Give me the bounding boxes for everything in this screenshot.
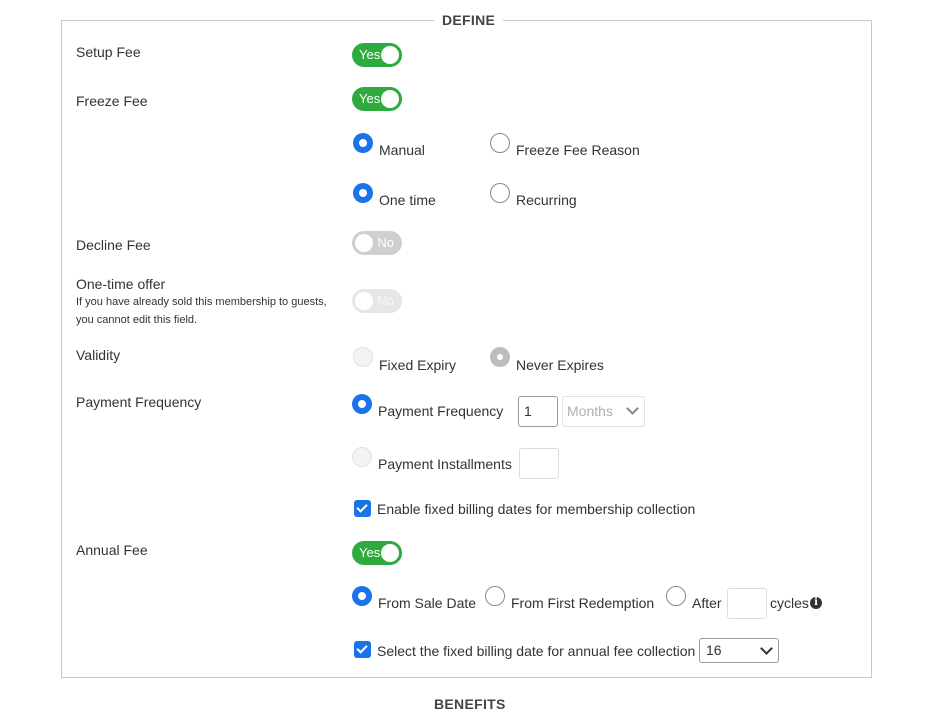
payment-frequency-unit-select: Months: [562, 396, 645, 427]
fixed-billing-checkbox[interactable]: [354, 500, 371, 517]
payment-installments-radio: [352, 447, 372, 467]
one-time-offer-toggle: No: [352, 289, 402, 313]
validity-fixed-label: Fixed Expiry: [379, 357, 457, 373]
freeze-fee-label: Freeze Fee: [76, 93, 148, 109]
section-title-define: DEFINE: [434, 12, 504, 28]
payment-installments-input: [519, 448, 559, 479]
freeze-recurring-radio[interactable]: [490, 183, 510, 203]
payment-frequency-input[interactable]: 1: [518, 396, 558, 427]
decline-fee-toggle-text: No: [377, 235, 394, 250]
annual-from-sale-label: From Sale Date: [378, 595, 477, 611]
payment-frequency-radio[interactable]: [352, 394, 372, 414]
toggle-knob: [355, 234, 373, 252]
decline-fee-label: Decline Fee: [76, 237, 151, 253]
toggle-knob: [355, 292, 373, 310]
decline-fee-toggle[interactable]: No: [352, 231, 402, 255]
toggle-knob: [381, 46, 399, 64]
validity-never-radio: [490, 347, 510, 367]
freeze-fee-toggle[interactable]: Yes: [352, 87, 402, 111]
annual-after-label: After: [692, 595, 722, 611]
freeze-reason-radio[interactable]: [490, 133, 510, 153]
freeze-recurring-label: Recurring: [516, 192, 577, 208]
freeze-one-time-label: One time: [379, 192, 436, 208]
freeze-manual-label: Manual: [379, 142, 425, 158]
one-time-offer-note: If you have already sold this membership…: [76, 296, 327, 326]
one-time-offer-toggle-text: No: [377, 293, 394, 308]
annual-cycles-input[interactable]: [727, 588, 767, 619]
define-fieldset: [61, 20, 872, 678]
annual-fixed-date-checkbox[interactable]: [354, 641, 371, 658]
annual-cycles-label: cycles: [770, 595, 809, 611]
validity-label: Validity: [76, 347, 121, 363]
annual-fixed-date-label: Select the fixed billing date for annual…: [377, 643, 696, 659]
freeze-one-time-radio[interactable]: [353, 183, 373, 203]
setup-fee-toggle[interactable]: Yes: [352, 43, 402, 67]
toggle-knob: [381, 544, 399, 562]
fixed-billing-label: Enable fixed billing dates for membershi…: [377, 501, 696, 517]
annual-from-sale-radio[interactable]: [352, 586, 372, 606]
annual-fee-toggle[interactable]: Yes: [352, 541, 402, 565]
payment-frequency-label: Payment Frequency: [76, 394, 202, 410]
setup-fee-toggle-text: Yes: [359, 47, 381, 62]
setup-fee-label: Setup Fee: [76, 44, 141, 60]
toggle-knob: [381, 90, 399, 108]
freeze-reason-label: Freeze Fee Reason: [516, 142, 640, 158]
annual-fixed-date-value: 16: [706, 642, 722, 658]
annual-fee-toggle-text: Yes: [359, 545, 381, 560]
info-circle-icon[interactable]: i: [810, 597, 822, 609]
validity-never-label: Never Expires: [516, 357, 604, 373]
chevron-down-icon: [760, 642, 773, 655]
freeze-manual-radio[interactable]: [353, 133, 373, 153]
validity-fixed-radio: [353, 347, 373, 367]
payment-frequency-option-label: Payment Frequency: [378, 403, 504, 419]
annual-fee-label: Annual Fee: [76, 542, 148, 558]
annual-after-radio[interactable]: [666, 586, 686, 606]
payment-frequency-unit-value: Months: [567, 403, 613, 419]
section-title-benefits: BENEFITS: [434, 696, 506, 712]
payment-installments-label: Payment Installments: [378, 456, 512, 472]
annual-fixed-date-select[interactable]: 16: [699, 638, 779, 663]
chevron-down-icon: [626, 402, 639, 415]
annual-from-redemption-label: From First Redemption: [511, 595, 655, 611]
freeze-fee-toggle-text: Yes: [359, 91, 381, 106]
one-time-offer-label: One-time offer: [76, 276, 166, 292]
annual-from-redemption-radio[interactable]: [485, 586, 505, 606]
